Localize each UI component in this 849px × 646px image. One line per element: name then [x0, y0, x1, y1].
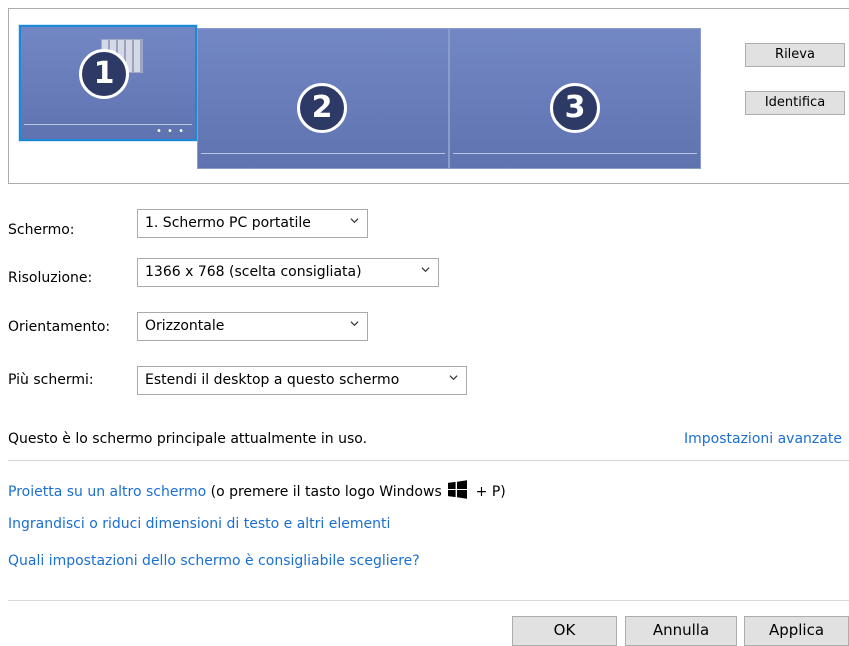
resolution-select-value: 1366 x 768 (scelta consigliata)	[145, 264, 362, 280]
multiple-displays-label: Più schermi:	[8, 372, 94, 388]
cancel-button[interactable]: Annulla	[625, 616, 737, 646]
text-size-link[interactable]: Ingrandisci o riduci dimensioni di testo…	[8, 516, 390, 532]
primary-display-text: Questo è lo schermo principale attualmen…	[8, 431, 368, 447]
monitor-1-number: 1	[79, 49, 129, 99]
detect-button-label: Rileva	[775, 47, 815, 62]
divider	[8, 460, 849, 461]
monitor-arrangement-panel: 1 • • • 2 3 Rileva Identifica	[8, 8, 849, 184]
orientation-label: Orientamento:	[8, 319, 111, 335]
taskbar-dots-icon: • • •	[155, 126, 185, 137]
project-link[interactable]: Proietta su un altro schermo	[8, 484, 206, 500]
monitor-3[interactable]: 3	[449, 28, 701, 169]
multiple-displays-select-value: Estendi il desktop a questo schermo	[145, 372, 400, 388]
advanced-settings-link[interactable]: Impostazioni avanzate	[684, 431, 842, 447]
windows-logo-icon	[448, 480, 468, 499]
chevron-down-icon	[449, 375, 458, 381]
ok-button[interactable]: OK	[512, 616, 617, 646]
chevron-down-icon	[350, 218, 359, 224]
ok-button-label: OK	[553, 621, 576, 639]
monitor-3-number: 3	[550, 83, 600, 133]
monitor-2-number: 2	[297, 83, 347, 133]
detect-button[interactable]: Rileva	[745, 43, 845, 67]
chevron-down-icon	[421, 267, 430, 273]
monitor-2[interactable]: 2	[197, 28, 449, 169]
divider	[8, 600, 849, 601]
which-settings-link[interactable]: Quali impostazioni dello schermo è consi…	[8, 553, 420, 569]
resolution-label: Risoluzione:	[8, 270, 93, 286]
chevron-down-icon	[350, 321, 359, 327]
project-line: Proietta su un altro schermo (o premere …	[8, 480, 506, 500]
multiple-displays-select[interactable]: Estendi il desktop a questo schermo	[137, 366, 467, 395]
resolution-select[interactable]: 1366 x 768 (scelta consigliata)	[137, 258, 439, 287]
project-hint-prefix: (o premere il tasto logo Windows	[206, 484, 447, 500]
display-label: Schermo:	[8, 222, 75, 238]
apply-button[interactable]: Applica	[744, 616, 849, 646]
apply-button-label: Applica	[768, 621, 825, 639]
identify-button-label: Identifica	[764, 95, 826, 110]
identify-button[interactable]: Identifica	[745, 91, 845, 115]
display-select[interactable]: 1. Schermo PC portatile	[137, 209, 368, 238]
orientation-select-value: Orizzontale	[145, 318, 225, 334]
cancel-button-label: Annulla	[652, 621, 710, 639]
display-select-value: 1. Schermo PC portatile	[145, 215, 311, 231]
project-hint-suffix: + P)	[471, 484, 506, 500]
orientation-select[interactable]: Orizzontale	[137, 312, 368, 341]
monitor-1[interactable]: 1 • • •	[19, 25, 197, 141]
